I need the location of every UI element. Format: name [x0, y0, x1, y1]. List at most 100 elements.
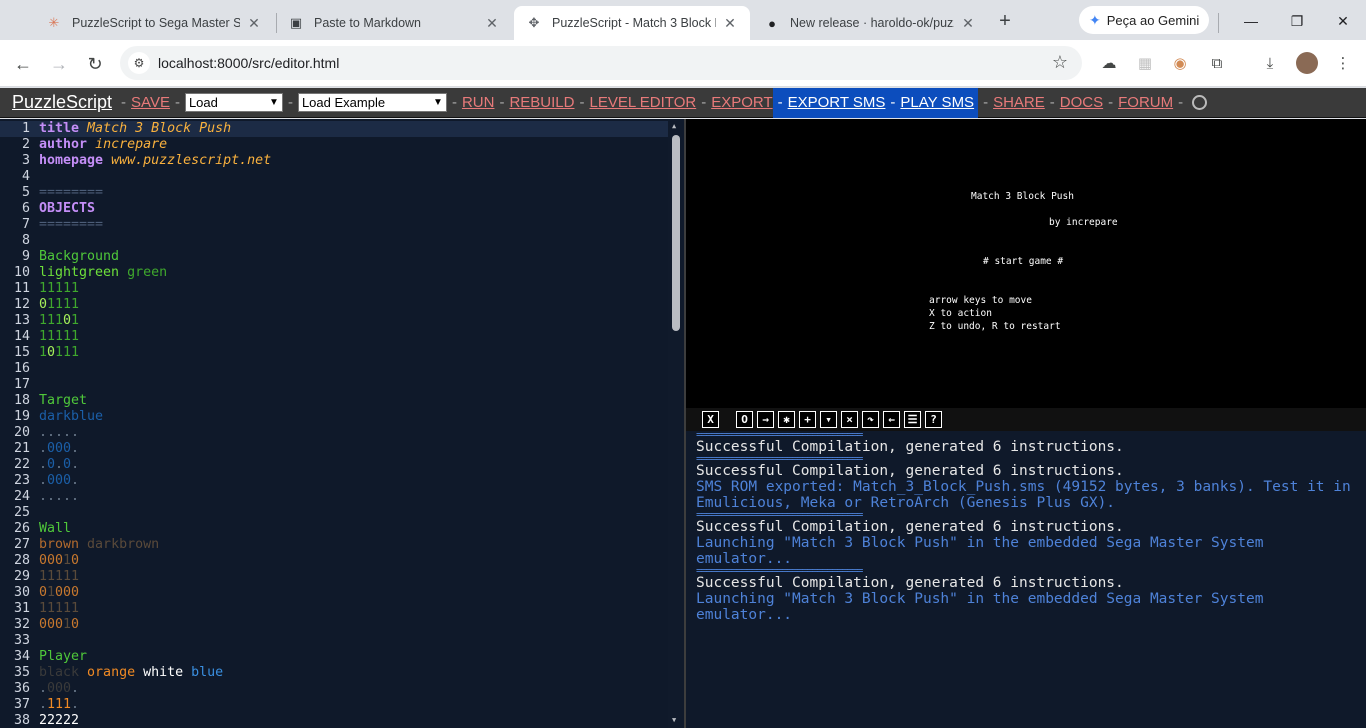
scroll-up-icon[interactable]: ▲ — [672, 122, 676, 130]
load-example-select[interactable]: Load Example ▼ — [297, 93, 447, 112]
code-line[interactable]: 21.000. — [0, 441, 668, 457]
code-line[interactable]: 12 01111 — [0, 297, 668, 313]
code-line[interactable]: 11 11111 — [0, 281, 668, 297]
save-link[interactable]: SAVE — [131, 94, 170, 111]
close-window-icon[interactable]: ✕ — [1320, 8, 1366, 34]
console-output[interactable]: ================================= Success… — [686, 431, 1366, 728]
star-icon[interactable]: ✱ — [778, 411, 795, 428]
code-line[interactable]: 33 — [0, 633, 668, 649]
cloud-icon[interactable]: ☁ — [1097, 52, 1121, 76]
load-select[interactable]: Load ▼ — [184, 93, 283, 112]
restore-icon[interactable]: ❐ — [1274, 8, 1320, 34]
scrollbar-thumb[interactable] — [672, 135, 680, 331]
code-line[interactable]: 2 author increpare — [0, 137, 668, 153]
close-tab-2-icon[interactable]: ✕ — [484, 15, 500, 31]
code-line[interactable]: 8 — [0, 233, 668, 249]
code-line[interactable]: 30 01000 — [0, 585, 668, 601]
clear-console-icon[interactable]: X — [702, 411, 719, 428]
new-tab-button[interactable]: + — [993, 10, 1017, 34]
cross-icon[interactable]: × — [841, 411, 858, 428]
site-info-icon[interactable]: ⚙ — [128, 52, 150, 74]
puzzlescript-logo[interactable]: PuzzleScript — [12, 92, 112, 113]
play-sms-link[interactable]: PLAY SMS — [900, 94, 974, 111]
close-tab-3-icon[interactable]: ✕ — [722, 15, 738, 31]
editor-scrollbar[interactable]: ▲ ▼ — [668, 119, 684, 728]
code-line[interactable]: 6 OBJECTS — [0, 201, 668, 217]
code-line[interactable]: 31 11111 — [0, 601, 668, 617]
extension-grid-icon[interactable]: ▦ — [1133, 52, 1157, 76]
arrow-right-icon[interactable]: → — [757, 411, 774, 428]
tab-1[interactable]: ✳ PuzzleScript to Sega Master Sys ✕ — [34, 6, 274, 40]
tab-3-active[interactable]: ✥ PuzzleScript - Match 3 Block Pu ✕ — [514, 6, 750, 40]
code-editor[interactable]: 1 title Match 3 Block Push 2 author increpa… — [0, 119, 684, 728]
code-line[interactable]: 9 Background — [0, 249, 668, 265]
export-sms-link[interactable]: EXPORT SMS — [788, 94, 886, 111]
help-icon[interactable]: ? — [925, 411, 942, 428]
extensions-puzzle-icon[interactable]: ⧉ — [1205, 52, 1229, 76]
code-line[interactable]: 27 brown darkbrown — [0, 537, 668, 553]
code-line[interactable]: 37.111. — [0, 697, 668, 713]
share-link[interactable]: SHARE — [993, 94, 1045, 111]
code-token: . — [39, 473, 48, 488]
list-icon[interactable]: ☰ — [904, 411, 921, 428]
code-line[interactable]: 14 11111 — [0, 329, 668, 345]
reload-icon[interactable]: ↻ — [81, 50, 109, 78]
close-tab-4-icon[interactable]: ✕ — [960, 15, 976, 31]
code-line[interactable]: 23.000. — [0, 473, 668, 489]
profile-avatar[interactable] — [1296, 52, 1318, 74]
bookmark-star-icon[interactable]: ☆ — [1052, 52, 1068, 73]
back-icon[interactable]: ← — [9, 50, 37, 78]
extension-face-icon[interactable]: ◉ — [1168, 52, 1192, 76]
settings-gear-icon[interactable] — [1192, 95, 1208, 110]
action-icon[interactable]: O — [736, 411, 753, 428]
run-link[interactable]: RUN — [462, 94, 495, 111]
code-line[interactable]: 7 ======== — [0, 217, 668, 233]
code-line[interactable]: 17 — [0, 377, 668, 393]
plus-icon[interactable]: + — [799, 411, 816, 428]
code-line[interactable]: 32 00010 — [0, 617, 668, 633]
url-text[interactable]: localhost:8000/src/editor.html — [158, 55, 339, 71]
code-line[interactable]: 34 Player — [0, 649, 668, 665]
scroll-down-icon[interactable]: ▼ — [672, 716, 676, 724]
code-line[interactable]: 5 ======== — [0, 185, 668, 201]
code-line[interactable]: 24..... — [0, 489, 668, 505]
download-icon[interactable]: ⤓ — [1258, 52, 1282, 76]
rebuild-link[interactable]: REBUILD — [509, 94, 574, 111]
code-line[interactable]: 3 homepage www.puzzlescript.net — [0, 153, 668, 169]
game-canvas[interactable]: Match 3 Block Push by increpare # start … — [686, 119, 1366, 408]
code-line[interactable]: 36.000. — [0, 681, 668, 697]
code-line[interactable]: 4 — [0, 169, 668, 185]
code-line[interactable]: 13 11101 — [0, 313, 668, 329]
code-line[interactable]: 22.0.0. — [0, 457, 668, 473]
address-bar[interactable]: ⚙ localhost:8000/src/editor.html ☆ — [120, 46, 1082, 80]
code-line[interactable]: 1 title Match 3 Block Push — [0, 121, 668, 137]
tab-2[interactable]: ▣ Paste to Markdown ✕ — [276, 6, 512, 40]
gemini-button[interactable]: ✦ Peça ao Gemini — [1079, 6, 1209, 34]
forum-link[interactable]: FORUM — [1118, 94, 1173, 111]
code-line[interactable]: 25 — [0, 505, 668, 521]
browser-toolbar: ← → ↻ ⚙ localhost:8000/src/editor.html ☆… — [0, 40, 1366, 87]
code-line[interactable]: 18 Target — [0, 393, 668, 409]
code-line[interactable]: 10 lightgreen green — [0, 265, 668, 281]
code-line[interactable]: 29 11111 — [0, 569, 668, 585]
code-line[interactable]: 15 10111 — [0, 345, 668, 361]
level-editor-link[interactable]: LEVEL EDITOR — [589, 94, 696, 111]
code-line[interactable]: 19 darkblue — [0, 409, 668, 425]
arrow-left-icon[interactable]: ← — [883, 411, 900, 428]
code-line[interactable]: 38 22222 — [0, 713, 668, 728]
close-tab-1-icon[interactable]: ✕ — [246, 15, 262, 31]
redo-icon[interactable]: ↷ — [862, 411, 879, 428]
menu-kebab-icon[interactable]: ⋮ — [1331, 52, 1355, 76]
minimize-icon[interactable]: — — [1228, 8, 1274, 34]
code-line[interactable]: 28 00010 — [0, 553, 668, 569]
export-link[interactable]: EXPORT — [711, 94, 772, 111]
forward-icon[interactable]: → — [45, 50, 73, 78]
code-line[interactable]: 20..... — [0, 425, 668, 441]
tab-4[interactable]: ● New release · haroldo-ok/puzzl ✕ — [752, 6, 988, 40]
code-line[interactable]: 16 — [0, 361, 668, 377]
arrow-down-icon[interactable]: ▾ — [820, 411, 837, 428]
docs-link[interactable]: DOCS — [1060, 94, 1103, 111]
code-line[interactable]: 35 black orange white blue — [0, 665, 668, 681]
code-line[interactable]: 26 Wall — [0, 521, 668, 537]
